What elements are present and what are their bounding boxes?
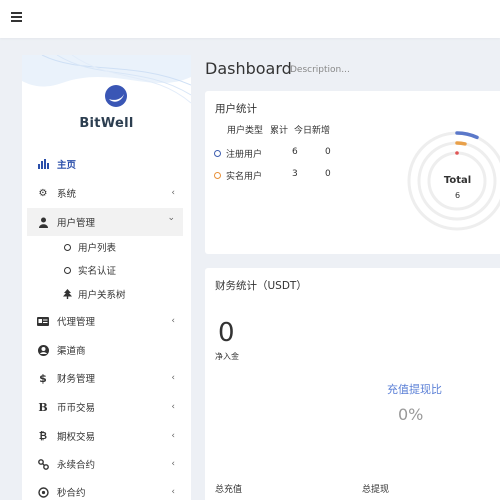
table-header: 累计: [270, 126, 289, 136]
sidebar-subitem-label: 用户关系树: [78, 290, 126, 301]
sidebar-item-label: 永续合约: [57, 460, 96, 471]
chevron-left-icon: ‹: [171, 402, 175, 412]
total-withdraw-label: 总提现: [362, 485, 390, 495]
table-cell: 0: [325, 147, 331, 157]
sidebar-item-channel[interactable]: 渠道商: [27, 336, 183, 364]
sidebar-item-agent-management[interactable]: 代理管理 ‹: [27, 307, 183, 335]
users-icon: [37, 216, 49, 228]
sidebar-subitem-user-list[interactable]: 用户列表: [27, 236, 183, 258]
sidebar-item-second-contract[interactable]: 秒合约 ‹: [27, 478, 183, 500]
bitcoin-icon: ₿: [38, 430, 48, 442]
donut-total-label: Total: [443, 175, 472, 186]
net-deposit-label: 净入金: [215, 352, 239, 361]
page-title: Dashboard: [205, 59, 292, 78]
deposit-withdraw-ratio-value: 0%: [398, 405, 424, 424]
table-header: 用户类型: [227, 126, 264, 136]
bar-chart-icon: [37, 158, 49, 170]
bitcoin-b-icon: B: [38, 400, 48, 414]
verified-legend-dot: [214, 172, 221, 179]
chevron-left-icon: ‹: [171, 431, 175, 441]
user-circle-icon: [37, 344, 49, 356]
sidebar-item-label: 代理管理: [57, 317, 96, 328]
deposit-withdraw-ratio-label: 充值提现比: [387, 383, 442, 396]
circle-icon: [62, 242, 72, 252]
chevron-left-icon: ‹: [171, 188, 175, 198]
sidebar-subitem-label: 实名认证: [78, 266, 117, 277]
sidebar-item-user-management[interactable]: 用户管理 ⌄: [27, 208, 183, 236]
tree-icon: [62, 289, 72, 299]
sidebar-item-label: 秒合约: [57, 488, 86, 499]
sidebar-item-label: 币币交易: [57, 403, 96, 414]
table-cell: 实名用户: [226, 172, 263, 182]
user-stats-card: 用户统计 用户类型 累计 今日新增 注册用户 6 0 实名用户 3 0 Tota…: [205, 91, 500, 254]
sidebar-subitem-label: 用户列表: [78, 243, 117, 254]
table-header: 今日新增: [294, 126, 331, 136]
registered-legend-dot: [214, 150, 221, 157]
table-cell: 3: [292, 169, 298, 179]
page-description: Description...: [290, 65, 350, 75]
sidebar-subitem-user-tree[interactable]: 用户关系树: [27, 283, 183, 305]
table-cell: 注册用户: [226, 150, 263, 160]
finance-stats-card: 财务统计（USDT） 0 净入金 充值提现比 0% 总充值 总提现: [205, 268, 500, 500]
sidebar-item-label: 主页: [57, 160, 77, 171]
sidebar-item-finance[interactable]: $ 财务管理 ‹: [27, 364, 183, 392]
bitwell-logo-icon: [105, 85, 127, 107]
table-cell: 0: [325, 169, 331, 179]
card-title: 用户统计: [215, 103, 257, 115]
sidebar-item-label: 用户管理: [57, 218, 96, 229]
chevron-down-icon: ⌄: [167, 213, 175, 223]
sidebar-item-system[interactable]: ⚙ 系统 ‹: [27, 179, 183, 207]
brand-name: BitWell: [79, 116, 134, 131]
table-cell: 6: [292, 147, 298, 157]
dollar-icon: $: [39, 371, 47, 385]
sidebar-item-label: 渠道商: [57, 346, 86, 357]
sidebar: BitWell 主页 ⚙ 系统 ‹ 用户管理 ⌄ 用户列表 实名认证 用户关系树: [22, 55, 191, 500]
chevron-left-icon: ‹: [171, 487, 175, 497]
net-deposit-value: 0: [218, 318, 235, 348]
chevron-left-icon: ‹: [171, 316, 175, 326]
sidebar-item-home[interactable]: 主页: [27, 150, 183, 178]
hamburger-icon[interactable]: [11, 12, 22, 24]
donut-total-value: 6: [454, 191, 461, 200]
total-deposit-label: 总充值: [215, 485, 243, 495]
gear-icon: ⚙: [38, 187, 48, 199]
target-icon: [37, 486, 49, 498]
link-icon: [37, 458, 49, 470]
sidebar-item-label: 财务管理: [57, 374, 96, 385]
card-title: 财务统计（USDT）: [215, 280, 307, 292]
sidebar-item-perpetual[interactable]: 永续合约 ‹: [27, 450, 183, 478]
chevron-left-icon: ‹: [171, 459, 175, 469]
sidebar-subitem-real-name-auth[interactable]: 实名认证: [27, 259, 183, 281]
sidebar-item-label: 期权交易: [57, 432, 96, 443]
chevron-left-icon: ‹: [171, 373, 175, 383]
sidebar-item-spot-trading[interactable]: B 币币交易 ‹: [27, 393, 183, 421]
circle-icon: [62, 265, 72, 275]
sidebar-item-label: 系统: [57, 189, 77, 200]
top-bar: [0, 0, 500, 38]
id-card-icon: [37, 315, 49, 327]
sidebar-item-options-trading[interactable]: ₿ 期权交易 ‹: [27, 422, 183, 450]
